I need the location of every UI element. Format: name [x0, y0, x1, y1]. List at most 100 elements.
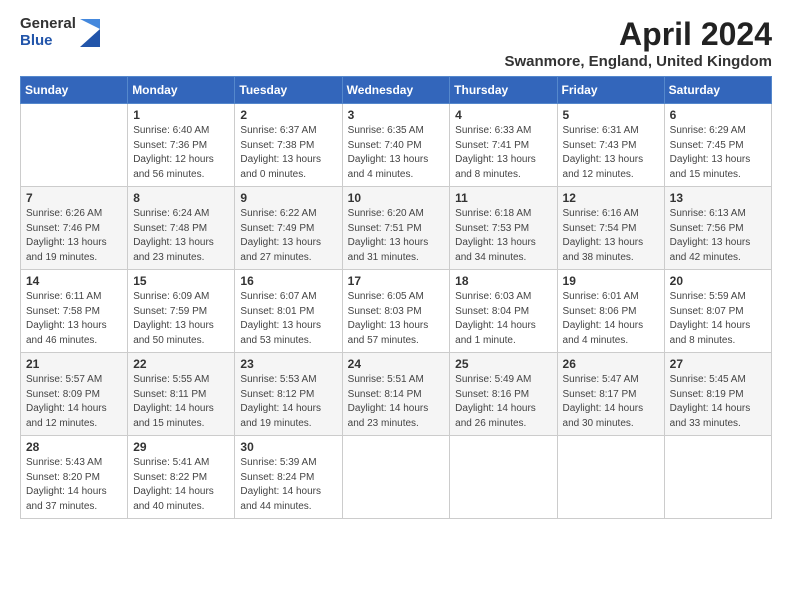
day-header-monday: Monday [128, 77, 235, 104]
day-number: 15 [133, 274, 229, 288]
day-number: 18 [455, 274, 551, 288]
day-number: 30 [240, 440, 336, 454]
calendar-cell: 2Sunrise: 6:37 AM Sunset: 7:38 PM Daylig… [235, 104, 342, 187]
calendar-cell: 20Sunrise: 5:59 AM Sunset: 8:07 PM Dayli… [664, 270, 771, 353]
calendar-week-1: 1Sunrise: 6:40 AM Sunset: 7:36 PM Daylig… [21, 104, 772, 187]
day-number: 24 [348, 357, 445, 371]
day-number: 9 [240, 191, 336, 205]
day-number: 22 [133, 357, 229, 371]
day-info: Sunrise: 5:51 AM Sunset: 8:14 PM Dayligh… [348, 373, 445, 431]
day-number: 4 [455, 108, 551, 122]
day-number: 11 [455, 191, 551, 205]
location-subtitle: Swanmore, England, United Kingdom [504, 53, 772, 70]
calendar-cell: 12 Sunrise: 6:16 AM Sunset: 7:54 PM Dayli… [557, 187, 664, 270]
day-info: Sunrise: 6:26 AM Sunset: 7:46 PM Dayligh… [26, 207, 122, 265]
calendar-cell: 18 Sunrise: 6:03 AM Sunset: 8:04 PM Dayli… [450, 270, 557, 353]
calendar-cell: 3Sunrise: 6:35 AM Sunset: 7:40 PM Daylig… [342, 104, 450, 187]
day-info: Sunrise: 6:16 AM Sunset: 7:54 PM Dayligh… [563, 207, 659, 265]
day-number: 16 [240, 274, 336, 288]
calendar-cell: 28 Sunrise: 5:43 AM Sunset: 8:20 PM Dayli… [21, 436, 128, 519]
calendar-cell: 27 Sunrise: 5:45 AM Sunset: 8:19 PM Dayli… [664, 353, 771, 436]
day-number: 3 [348, 108, 445, 122]
day-info: Sunrise: 5:39 AM Sunset: 8:24 PM Dayligh… [240, 456, 336, 514]
calendar-week-5: 28 Sunrise: 5:43 AM Sunset: 8:20 PM Dayli… [21, 436, 772, 519]
calendar-cell: 30 Sunrise: 5:39 AM Sunset: 8:24 PM Dayli… [235, 436, 342, 519]
day-number: 23 [240, 357, 336, 371]
calendar-cell: 15 Sunrise: 6:09 AM Sunset: 7:59 PM Dayli… [128, 270, 235, 353]
day-info: Sunrise: 6:05 AM Sunset: 8:03 PM Dayligh… [348, 290, 445, 348]
day-header-wednesday: Wednesday [342, 77, 450, 104]
logo-general-text: General [20, 16, 76, 33]
day-number: 8 [133, 191, 229, 205]
day-number: 6 [670, 108, 766, 122]
day-header-thursday: Thursday [450, 77, 557, 104]
calendar-cell: 1Sunrise: 6:40 AM Sunset: 7:36 PM Daylig… [128, 104, 235, 187]
day-number: 17 [348, 274, 445, 288]
day-info: Sunrise: 5:49 AM Sunset: 8:16 PM Dayligh… [455, 373, 551, 431]
day-info: Sunrise: 6:33 AM Sunset: 7:41 PM Dayligh… [455, 124, 551, 182]
day-info: Sunrise: 5:45 AM Sunset: 8:19 PM Dayligh… [670, 373, 766, 431]
logo-blue-text: Blue [20, 33, 76, 50]
calendar-cell: 6 Sunrise: 6:29 AM Sunset: 7:45 PM Daylig… [664, 104, 771, 187]
day-number: 27 [670, 357, 766, 371]
day-info: Sunrise: 6:31 AM Sunset: 7:43 PM Dayligh… [563, 124, 659, 182]
day-info: Sunrise: 6:22 AM Sunset: 7:49 PM Dayligh… [240, 207, 336, 265]
calendar-cell: 10 Sunrise: 6:20 AM Sunset: 7:51 PM Dayli… [342, 187, 450, 270]
calendar-cell: 29 Sunrise: 5:41 AM Sunset: 8:22 PM Dayli… [128, 436, 235, 519]
month-title: April 2024 [504, 16, 772, 53]
page-header: General Blue April 2024 Swanmore, Englan… [20, 16, 772, 70]
day-info: Sunrise: 5:55 AM Sunset: 8:11 PM Dayligh… [133, 373, 229, 431]
calendar-cell [664, 436, 771, 519]
calendar-cell [450, 436, 557, 519]
day-info: Sunrise: 6:37 AM Sunset: 7:38 PM Dayligh… [240, 124, 336, 182]
calendar-table: SundayMondayTuesdayWednesdayThursdayFrid… [20, 76, 772, 519]
calendar-cell: 14 Sunrise: 6:11 AM Sunset: 7:58 PM Dayli… [21, 270, 128, 353]
calendar-cell: 9 Sunrise: 6:22 AM Sunset: 7:49 PM Daylig… [235, 187, 342, 270]
calendar-week-3: 14 Sunrise: 6:11 AM Sunset: 7:58 PM Dayli… [21, 270, 772, 353]
logo: General Blue [20, 16, 100, 49]
day-number: 29 [133, 440, 229, 454]
calendar-cell [21, 104, 128, 187]
day-info: Sunrise: 5:59 AM Sunset: 8:07 PM Dayligh… [670, 290, 766, 348]
calendar-cell: 23 Sunrise: 5:53 AM Sunset: 8:12 PM Dayli… [235, 353, 342, 436]
calendar-cell: 17 Sunrise: 6:05 AM Sunset: 8:03 PM Dayli… [342, 270, 450, 353]
day-info: Sunrise: 5:53 AM Sunset: 8:12 PM Dayligh… [240, 373, 336, 431]
day-number: 28 [26, 440, 122, 454]
calendar-cell: 5 Sunrise: 6:31 AM Sunset: 7:43 PM Daylig… [557, 104, 664, 187]
day-info: Sunrise: 6:29 AM Sunset: 7:45 PM Dayligh… [670, 124, 766, 182]
day-header-sunday: Sunday [21, 77, 128, 104]
title-block: April 2024 Swanmore, England, United Kin… [504, 16, 772, 70]
day-number: 10 [348, 191, 445, 205]
day-info: Sunrise: 5:57 AM Sunset: 8:09 PM Dayligh… [26, 373, 122, 431]
day-info: Sunrise: 5:43 AM Sunset: 8:20 PM Dayligh… [26, 456, 122, 514]
day-info: Sunrise: 6:13 AM Sunset: 7:56 PM Dayligh… [670, 207, 766, 265]
day-info: Sunrise: 6:07 AM Sunset: 8:01 PM Dayligh… [240, 290, 336, 348]
day-number: 12 [563, 191, 659, 205]
calendar-cell [342, 436, 450, 519]
day-info: Sunrise: 6:11 AM Sunset: 7:58 PM Dayligh… [26, 290, 122, 348]
calendar-week-4: 21 Sunrise: 5:57 AM Sunset: 8:09 PM Dayli… [21, 353, 772, 436]
calendar-week-2: 7 Sunrise: 6:26 AM Sunset: 7:46 PM Daylig… [21, 187, 772, 270]
calendar-header-row: SundayMondayTuesdayWednesdayThursdayFrid… [21, 77, 772, 104]
logo-icon [80, 19, 100, 47]
day-header-saturday: Saturday [664, 77, 771, 104]
day-info: Sunrise: 6:20 AM Sunset: 7:51 PM Dayligh… [348, 207, 445, 265]
calendar-cell: 8Sunrise: 6:24 AM Sunset: 7:48 PM Daylig… [128, 187, 235, 270]
day-number: 21 [26, 357, 122, 371]
day-number: 5 [563, 108, 659, 122]
day-info: Sunrise: 6:40 AM Sunset: 7:36 PM Dayligh… [133, 124, 229, 182]
day-number: 25 [455, 357, 551, 371]
calendar-cell: 25 Sunrise: 5:49 AM Sunset: 8:16 PM Dayli… [450, 353, 557, 436]
day-number: 26 [563, 357, 659, 371]
calendar-cell: 7 Sunrise: 6:26 AM Sunset: 7:46 PM Daylig… [21, 187, 128, 270]
calendar-cell: 11Sunrise: 6:18 AM Sunset: 7:53 PM Dayli… [450, 187, 557, 270]
day-number: 14 [26, 274, 122, 288]
day-info: Sunrise: 6:09 AM Sunset: 7:59 PM Dayligh… [133, 290, 229, 348]
day-info: Sunrise: 5:41 AM Sunset: 8:22 PM Dayligh… [133, 456, 229, 514]
calendar-cell: 21 Sunrise: 5:57 AM Sunset: 8:09 PM Dayli… [21, 353, 128, 436]
calendar-cell: 16 Sunrise: 6:07 AM Sunset: 8:01 PM Dayli… [235, 270, 342, 353]
day-number: 7 [26, 191, 122, 205]
day-info: Sunrise: 6:03 AM Sunset: 8:04 PM Dayligh… [455, 290, 551, 348]
calendar-cell: 13Sunrise: 6:13 AM Sunset: 7:56 PM Dayli… [664, 187, 771, 270]
day-header-tuesday: Tuesday [235, 77, 342, 104]
